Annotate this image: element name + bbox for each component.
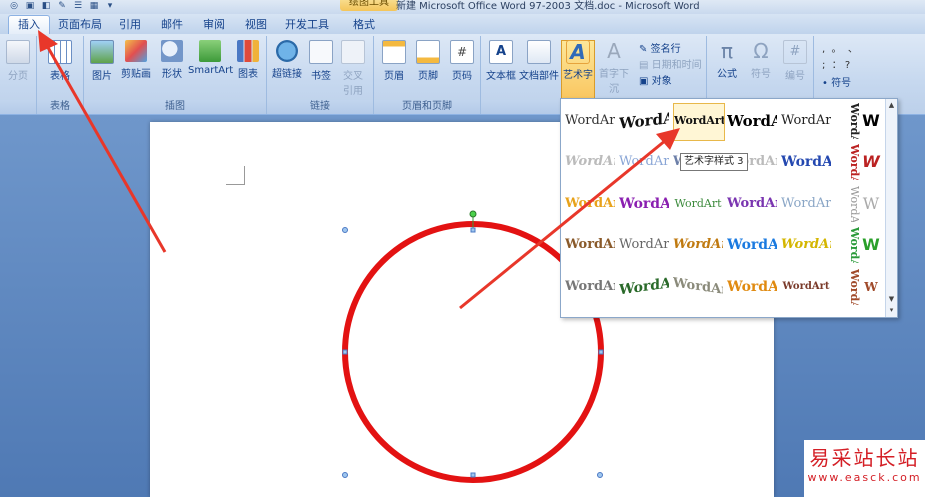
resize-handle-right[interactable] (598, 349, 604, 355)
gallery-expand-icon[interactable]: ▾ (887, 306, 896, 315)
wordart-style-1[interactable]: WordArt (565, 103, 615, 139)
wordart-style-w-gray[interactable]: W (859, 186, 883, 222)
gallery-scrollbar[interactable]: ▲ ▼ ▾ (885, 99, 897, 317)
wordart-style-3[interactable]: WordArt (673, 103, 725, 141)
resize-handle-bottom[interactable] (470, 472, 476, 478)
scroll-up-icon[interactable]: ▲ (887, 101, 896, 110)
wordart-style-4[interactable]: WordArt (727, 103, 777, 139)
wordart-style-7[interactable]: WordArt (565, 144, 615, 180)
wordart-style-2[interactable]: WordArt (619, 100, 669, 141)
wordart-style-16[interactable]: WordArt (727, 186, 777, 222)
scroll-down-icon[interactable]: ▼ (887, 295, 896, 304)
wordart-style-12[interactable]: WordArt (839, 144, 861, 180)
watermark-url: www.easck.com (807, 471, 922, 484)
wordart-style-w-brown[interactable]: W (859, 269, 883, 305)
wordart-style-5[interactable]: WordArt (781, 103, 831, 139)
resize-handle-bottom-left[interactable] (342, 472, 348, 478)
wordart-style-21[interactable]: WordArt (673, 227, 723, 263)
wordart-style-19[interactable]: WordArt (565, 227, 615, 263)
wordart-style-29[interactable]: WordArt (781, 269, 831, 305)
wordart-style-w-green[interactable]: W (859, 227, 883, 263)
wordart-style-11[interactable]: WordArt (781, 144, 831, 180)
wordart-style-14[interactable]: WordArt (619, 186, 669, 222)
watermark-name: 易采站长站 (809, 446, 920, 470)
wordart-style-25[interactable]: WordArt (565, 269, 615, 305)
wordart-style-27[interactable]: WordArt (673, 265, 723, 308)
wordart-style-17[interactable]: WordArt (781, 186, 831, 222)
wordart-tooltip: 艺术字样式 3 (680, 153, 748, 171)
resize-handle-bottom-right[interactable] (597, 472, 603, 478)
wordart-style-13[interactable]: WordArt (565, 186, 615, 222)
resize-handle-top[interactable] (470, 227, 476, 233)
wordart-style-22[interactable]: WordArt (727, 227, 777, 263)
wordart-style-w-red[interactable]: W (859, 144, 883, 180)
wordart-style-24[interactable]: WordArt (839, 227, 861, 263)
resize-handle-top-left[interactable] (342, 227, 348, 233)
resize-handle-left[interactable] (342, 349, 348, 355)
wordart-gallery: WordArt WordArt WordArt WordArt WordArt … (560, 98, 898, 318)
wordart-style-30[interactable]: WordArt (839, 269, 861, 305)
wordart-style-28[interactable]: WordArt (727, 269, 777, 305)
rotation-handle[interactable] (469, 210, 477, 218)
wordart-style-8[interactable]: WordArt (619, 144, 669, 180)
wordart-style-26[interactable]: WordArt (619, 265, 669, 308)
wordart-style-6[interactable]: WordArt (839, 103, 861, 139)
wordart-style-23[interactable]: WordArt (781, 227, 831, 263)
wordart-style-w-black[interactable]: W (859, 103, 883, 139)
wordart-style-15[interactable]: WordArt (673, 186, 723, 222)
site-watermark: 易采站长站 www.easck.com (804, 440, 925, 497)
wordart-style-20[interactable]: WordArt (619, 227, 669, 263)
wordart-style-18[interactable]: WordArt (839, 186, 861, 222)
wordart-gallery-grid: WordArt WordArt WordArt WordArt WordArt … (565, 103, 885, 311)
